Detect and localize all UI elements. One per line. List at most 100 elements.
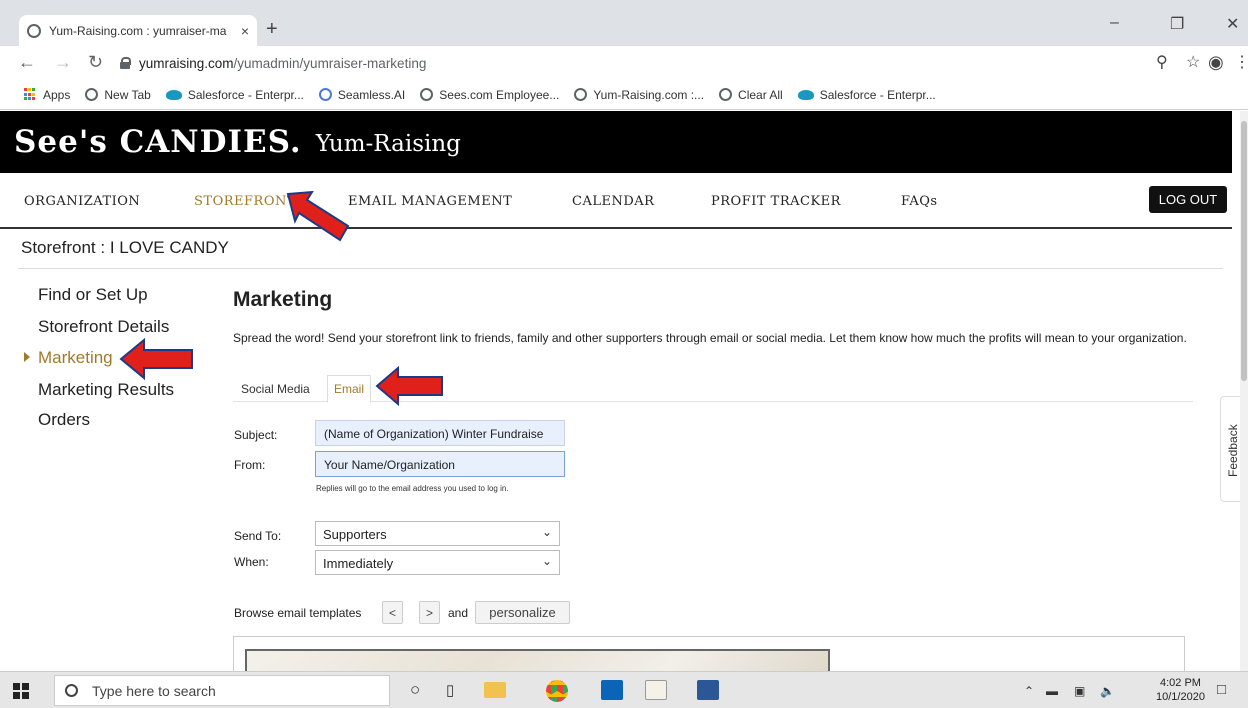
yum-raising-wordmark: Yum-Raising bbox=[315, 131, 461, 157]
close-window-icon[interactable]: ✕ bbox=[1226, 14, 1239, 34]
salesforce-cloud-icon bbox=[165, 89, 182, 100]
outlook-icon[interactable] bbox=[601, 680, 623, 700]
browser-tab[interactable]: Yum-Raising.com : yumraiser-ma × bbox=[19, 15, 257, 46]
clock-date: 10/1/2020 bbox=[1156, 691, 1205, 703]
key-icon[interactable]: ⚲ bbox=[1156, 52, 1168, 72]
nav-email-management[interactable]: EMAIL MANAGEMENT bbox=[348, 194, 512, 209]
task-view-icon[interactable]: ▯ bbox=[446, 681, 454, 699]
battery-icon[interactable]: ▬ bbox=[1046, 684, 1058, 698]
lock-icon bbox=[120, 57, 131, 69]
intro-text: Spread the word! Send your storefront li… bbox=[233, 331, 1187, 345]
app-icon[interactable] bbox=[645, 680, 667, 700]
from-input[interactable]: Your Name/Organization bbox=[315, 451, 565, 477]
caret-right-icon bbox=[24, 352, 30, 362]
subject-input[interactable]: (Name of Organization) Winter Fundraise bbox=[315, 420, 565, 446]
site-header: See's CANDIES. Yum-Raising bbox=[0, 111, 1232, 173]
main-nav: ORGANIZATION STOREFRONT EMAIL MANAGEMENT… bbox=[0, 173, 1232, 229]
word-icon[interactable] bbox=[697, 680, 719, 700]
tab-social-media[interactable]: Social Media bbox=[235, 378, 316, 400]
chevron-down-icon: ⌄ bbox=[541, 525, 552, 539]
file-explorer-icon[interactable] bbox=[484, 682, 506, 698]
divider bbox=[18, 268, 1223, 269]
star-icon[interactable]: ☆ bbox=[1186, 52, 1200, 72]
sidenav-marketing-results[interactable]: Marketing Results bbox=[38, 381, 174, 398]
clock-time: 4:02 PM bbox=[1159, 677, 1201, 689]
bookmark-clear-all[interactable]: Clear All bbox=[719, 88, 783, 102]
send-to-label: Send To: bbox=[234, 529, 282, 543]
and-text: and bbox=[448, 606, 469, 620]
page-title: Marketing bbox=[233, 288, 333, 311]
from-label: From: bbox=[234, 458, 266, 472]
when-select[interactable]: Immediately ⌄ bbox=[315, 550, 560, 575]
red-arrow-annotation-storefront bbox=[286, 190, 350, 242]
when-value: Immediately bbox=[323, 556, 394, 571]
notification-icon[interactable]: □ bbox=[1217, 681, 1226, 698]
globe-icon bbox=[85, 88, 99, 101]
red-arrow-annotation-marketing bbox=[119, 337, 193, 381]
nav-organization[interactable]: ORGANIZATION bbox=[24, 194, 140, 209]
browse-templates-label: Browse email templates bbox=[234, 606, 362, 620]
send-to-select[interactable]: Supporters ⌄ bbox=[315, 521, 560, 546]
cortana-icon[interactable]: ○ bbox=[410, 680, 420, 700]
nav-storefront[interactable]: STOREFRONT bbox=[194, 194, 296, 209]
sidenav-find-or-set-up[interactable]: Find or Set Up bbox=[38, 286, 148, 303]
system-clock[interactable]: 4:02 PM 10/1/2020 bbox=[1156, 676, 1205, 704]
taskbar-search-input[interactable]: Type here to search bbox=[54, 675, 390, 706]
tab-title: Yum-Raising.com : yumraiser-ma bbox=[49, 23, 227, 38]
prev-template-button[interactable]: < bbox=[382, 601, 403, 624]
bookmark-yum-raising[interactable]: Yum-Raising.com :... bbox=[574, 88, 704, 102]
restore-icon[interactable]: ❐ bbox=[1170, 14, 1184, 34]
page-scrollbar[interactable] bbox=[1240, 111, 1248, 671]
windows-start-icon[interactable] bbox=[13, 683, 29, 699]
forward-icon[interactable]: → bbox=[54, 52, 72, 73]
bookmarks-bar: Apps New Tab Salesforce - Enterpr... Sea… bbox=[0, 80, 1248, 110]
sidenav-storefront-details[interactable]: Storefront Details bbox=[38, 318, 169, 335]
globe-icon bbox=[719, 88, 733, 101]
bookmark-new-tab[interactable]: New Tab bbox=[85, 88, 151, 102]
search-icon bbox=[318, 88, 332, 101]
menu-dots-icon[interactable]: ⋮ bbox=[1234, 52, 1248, 72]
logout-button[interactable]: LOG OUT bbox=[1149, 186, 1227, 213]
search-icon bbox=[65, 684, 78, 697]
bookmark-sees-employee[interactable]: Sees.com Employee... bbox=[420, 88, 559, 102]
profile-icon[interactable]: ◉ bbox=[1208, 52, 1224, 73]
reload-icon[interactable]: ↻ bbox=[88, 52, 103, 73]
scrollbar-thumb[interactable] bbox=[1241, 121, 1247, 381]
nav-calendar[interactable]: CALENDAR bbox=[572, 194, 654, 209]
when-label: When: bbox=[234, 555, 269, 569]
new-tab-button[interactable]: + bbox=[266, 18, 278, 41]
storefront-title: Storefront : I LOVE CANDY bbox=[21, 238, 229, 257]
sidenav-orders[interactable]: Orders bbox=[38, 411, 90, 428]
salesforce-cloud-icon bbox=[797, 89, 814, 100]
chrome-icon[interactable] bbox=[546, 680, 568, 702]
bookmark-seamless[interactable]: Seamless.AI bbox=[318, 88, 405, 102]
browser-tabstrip: Yum-Raising.com : yumraiser-ma × + – ❐ ✕ bbox=[0, 0, 1248, 46]
sees-candies-logo[interactable]: See's CANDIES. bbox=[14, 124, 302, 160]
send-to-value: Supporters bbox=[323, 527, 387, 542]
apps-grid-icon bbox=[24, 88, 37, 101]
personalize-button[interactable]: personalize bbox=[475, 601, 570, 624]
bookmark-salesforce-2[interactable]: Salesforce - Enterpr... bbox=[797, 88, 936, 102]
volume-icon[interactable]: 🔈 bbox=[1100, 684, 1115, 698]
address-bar[interactable]: yumraising.com/yumadmin/yumraiser-market… bbox=[120, 51, 1160, 75]
bookmark-salesforce[interactable]: Salesforce - Enterpr... bbox=[165, 88, 304, 102]
chevron-down-icon: ⌄ bbox=[541, 554, 552, 568]
minimize-icon[interactable]: – bbox=[1110, 14, 1119, 32]
nav-faqs[interactable]: FAQs bbox=[901, 194, 938, 209]
tab-close-icon[interactable]: × bbox=[241, 23, 249, 39]
chevron-up-icon[interactable]: ⌃ bbox=[1024, 684, 1034, 698]
back-icon[interactable]: ← bbox=[18, 52, 36, 73]
globe-icon bbox=[574, 88, 588, 101]
windows-taskbar: Type here to search ○ ▯ ⌃ ▬ ▣ 🔈 4:02 PM … bbox=[0, 671, 1248, 708]
bookmark-apps[interactable]: Apps bbox=[24, 88, 70, 102]
network-icon[interactable]: ▣ bbox=[1074, 684, 1085, 698]
globe-icon bbox=[27, 23, 41, 38]
next-template-button[interactable]: > bbox=[419, 601, 440, 624]
globe-icon bbox=[420, 88, 434, 101]
reply-help-text: Replies will go to the email address you… bbox=[316, 484, 509, 493]
taskbar-search-placeholder: Type here to search bbox=[92, 682, 216, 699]
tab-email[interactable]: Email bbox=[327, 375, 372, 403]
nav-profit-tracker[interactable]: PROFIT TRACKER bbox=[711, 194, 841, 209]
feedback-label: Feedback bbox=[1226, 424, 1240, 477]
sidenav-marketing[interactable]: Marketing bbox=[38, 349, 113, 366]
